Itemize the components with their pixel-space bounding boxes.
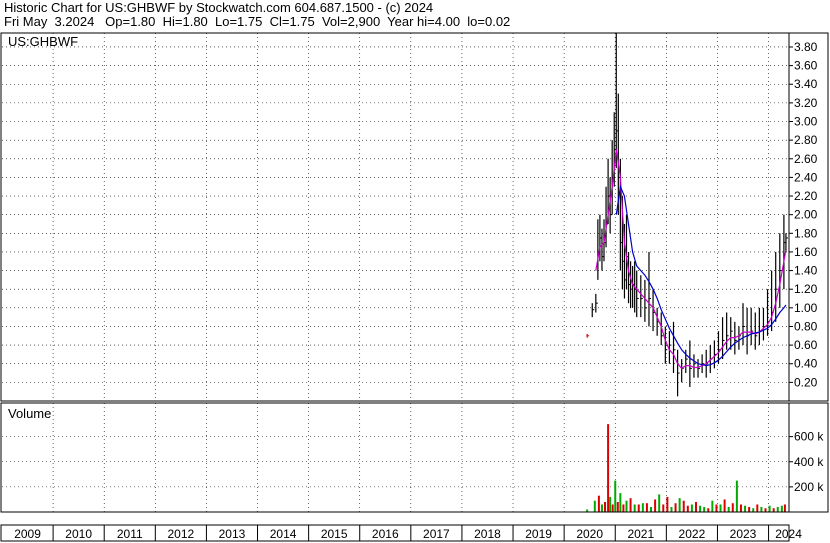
price-panel-label: US:GHBWF — [8, 34, 78, 49]
price-tick-label: 0.20 — [794, 375, 818, 389]
year-label: 2023 — [730, 527, 757, 541]
price-tick-label: 3.00 — [794, 115, 818, 129]
price-panel-frame — [0, 32, 829, 402]
price-tick-label: 2.00 — [794, 208, 818, 222]
year-label: 2009 — [14, 527, 41, 541]
price-tick-label: 0.80 — [794, 319, 818, 333]
year-label: 2024 — [775, 527, 802, 541]
year-label: 2022 — [679, 527, 706, 541]
price-tick-label: 2.20 — [794, 189, 818, 203]
year-label: 2018 — [474, 527, 501, 541]
year-label: 2011 — [117, 527, 143, 541]
year-label: 2013 — [219, 527, 246, 541]
price-tick-label: 1.80 — [794, 226, 818, 240]
year-label: 2015 — [321, 527, 348, 541]
year-label: 2019 — [525, 527, 552, 541]
price-bars — [586, 33, 788, 397]
volume-tick-label: 600 k — [794, 430, 824, 444]
volume-tick-label: 400 k — [794, 455, 824, 469]
price-tick-label: 0.60 — [794, 338, 818, 352]
price-tick-label: 1.00 — [794, 301, 818, 315]
price-tick-label: 1.40 — [794, 264, 818, 278]
price-tick-label: 3.40 — [794, 77, 818, 91]
price-tick-label: 1.20 — [794, 282, 818, 296]
year-label: 2017 — [423, 527, 450, 541]
price-tick-label: 3.20 — [794, 96, 818, 110]
price-tick-label: 1.60 — [794, 245, 818, 259]
volume-panel-label: Volume — [8, 406, 51, 421]
price-tick-label: 2.80 — [794, 133, 818, 147]
year-label: 2012 — [168, 527, 195, 541]
volume-panel-frame — [0, 402, 829, 513]
price-tick-label: 2.40 — [794, 170, 818, 184]
price-tick-label: 3.60 — [794, 59, 818, 73]
historic-chart: 0.20 0.40 0.60 0.80 1.00 1.20 1.40 1.60 1.80 2.00… — [0, 32, 829, 542]
volume-tick-label: 200 k — [794, 480, 824, 494]
price-grid — [2, 46, 793, 383]
price-tick-label: 2.60 — [794, 152, 818, 166]
year-label: 2016 — [372, 527, 399, 541]
year-label: 2020 — [576, 527, 603, 541]
year-label: 2014 — [270, 527, 297, 541]
panel-frames — [0, 32, 829, 542]
x-grid — [52, 33, 770, 541]
year-label: 2010 — [65, 527, 92, 541]
volume-bars — [586, 424, 786, 512]
year-label: 2021 — [627, 527, 654, 541]
price-tick-label: 3.80 — [794, 40, 818, 54]
price-tick-label: 0.40 — [794, 357, 818, 371]
axis-labels: 0.20 0.40 0.60 0.80 1.00 1.20 1.40 1.60 1.80 2.00… — [14, 40, 824, 541]
long-moving-average-line — [615, 184, 787, 367]
volume-grid — [2, 436, 793, 488]
